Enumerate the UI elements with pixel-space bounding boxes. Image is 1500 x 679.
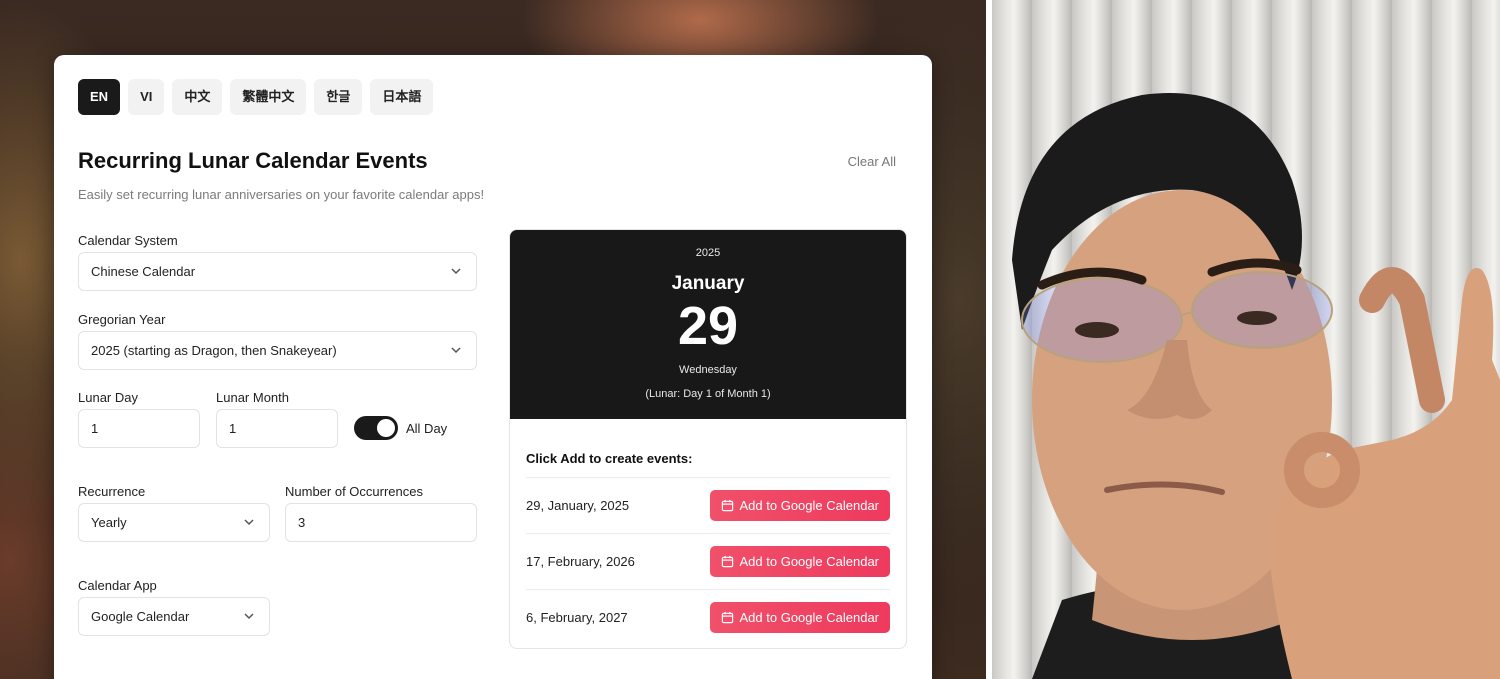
lang-vi-button[interactable]: VI [128, 79, 165, 115]
preview-day: 29 [677, 296, 739, 356]
calendar-icon [721, 611, 733, 624]
calendar-app-value: Google Calendar [91, 609, 190, 624]
add-button-label: Add to Google Calendar [739, 554, 879, 569]
all-day-control: All Day [354, 416, 447, 440]
lang-ko-button[interactable]: 한글 [314, 79, 363, 115]
event-row: 17, February, 2026 Add to Google Calenda… [526, 533, 890, 589]
lunar-day-value: 1 [91, 421, 99, 436]
preview-lunar-date: (Lunar: Day 1 of Month 1) [645, 388, 771, 400]
lunar-day-input[interactable]: 1 [78, 409, 200, 448]
lunar-month-label: Lunar Month [216, 390, 289, 405]
occurrences-label: Number of Occurrences [285, 484, 423, 499]
all-day-label: All Day [406, 420, 448, 436]
event-date: 6, February, 2027 [526, 610, 628, 625]
lang-en-button[interactable]: EN [78, 79, 121, 115]
calendar-icon [721, 555, 733, 568]
add-button-label: Add to Google Calendar [739, 610, 879, 625]
person-illustration [1012, 93, 1500, 679]
event-row: 29, January, 2025 Add to Google Calendar [526, 477, 890, 533]
toggle-knob [377, 419, 395, 437]
preview-weekday: Wednesday [679, 364, 737, 376]
calendar-app-select[interactable]: Google Calendar [78, 597, 270, 636]
lunar-day-label: Lunar Day [78, 390, 138, 405]
lang-zh-button[interactable]: 中文 [172, 79, 223, 115]
calendar-system-label: Calendar System [78, 233, 178, 248]
page-title: Recurring Lunar Calendar Events [78, 148, 428, 173]
chevron-down-icon [244, 519, 254, 526]
event-date: 17, February, 2026 [526, 554, 635, 569]
chevron-down-icon [451, 268, 461, 275]
add-to-google-calendar-button[interactable]: Add to Google Calendar [709, 490, 890, 521]
clear-all-button[interactable]: Clear All [848, 154, 896, 169]
preview-year: 2025 [695, 247, 721, 259]
lunar-month-value: 1 [229, 421, 237, 436]
lang-ja-button[interactable]: 日本語 [370, 79, 434, 115]
language-switcher: EN VI 中文 繁體中文 한글 日本語 [78, 79, 434, 115]
calendar-card: EN VI 中文 繁體中文 한글 日本語 Recurring Lunar Cal… [54, 55, 932, 679]
person-photo [992, 0, 1500, 679]
all-day-toggle[interactable] [354, 416, 398, 440]
preview-month: January [671, 273, 745, 294]
recurrence-value: Yearly [91, 515, 127, 530]
event-date: 29, January, 2025 [526, 498, 630, 513]
gregorian-year-select[interactable]: 2025 (starting as Dragon, then Snakeyear… [78, 331, 477, 370]
lang-zh-hant-button[interactable]: 繁體中文 [230, 79, 307, 115]
gregorian-year-value: 2025 (starting as Dragon, then Snakeyear… [91, 343, 337, 358]
recurrence-label: Recurrence [78, 484, 146, 499]
add-to-google-calendar-button[interactable]: Add to Google Calendar [709, 546, 890, 577]
calendar-system-select[interactable]: Chinese Calendar [78, 252, 477, 291]
calendar-icon [721, 499, 733, 512]
event-row: 6, February, 2027 Add to Google Calendar [526, 589, 890, 645]
add-to-google-calendar-button[interactable]: Add to Google Calendar [709, 602, 890, 633]
occurrences-value: 3 [298, 515, 306, 530]
calendar-system-value: Chinese Calendar [91, 264, 196, 279]
event-preview-panel: 2025 January 29 Wednesday (Lunar: Day 1 … [509, 229, 907, 649]
events-heading: Click Add to create events: [526, 451, 693, 466]
recurrence-select[interactable]: Yearly [78, 503, 270, 542]
chevron-down-icon [451, 347, 461, 354]
add-button-label: Add to Google Calendar [739, 498, 879, 513]
occurrences-input[interactable]: 3 [285, 503, 477, 542]
date-display: 2025 January 29 Wednesday (Lunar: Day 1 … [510, 230, 906, 419]
gregorian-year-label: Gregorian Year [78, 312, 166, 327]
calendar-app-label: Calendar App [78, 578, 157, 593]
lunar-month-input[interactable]: 1 [216, 409, 338, 448]
page-subtitle: Easily set recurring lunar anniversaries… [78, 187, 485, 202]
chevron-down-icon [244, 613, 254, 620]
